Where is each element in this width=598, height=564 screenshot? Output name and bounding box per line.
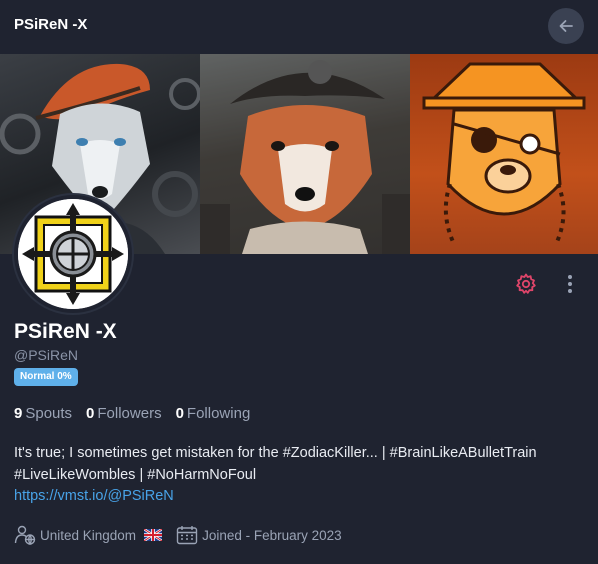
back-button[interactable] xyxy=(548,8,584,44)
following-label: Following xyxy=(186,405,251,422)
following-count: 0 xyxy=(175,405,184,422)
joined-text: Joined - February 2023 xyxy=(202,527,342,543)
followers-count: 0 xyxy=(86,405,95,422)
top-bar: PSiReN -X xyxy=(0,0,598,54)
spouts-count: 9 xyxy=(14,405,23,422)
gear-icon xyxy=(516,273,536,294)
following-stat[interactable]: 0 Following xyxy=(176,405,251,422)
celtic-cross-emblem-icon xyxy=(18,199,128,309)
header-title: PSiReN -X xyxy=(14,16,88,33)
joined-item: Joined - February 2023 xyxy=(176,525,342,545)
person-globe-icon xyxy=(14,525,36,545)
profile-meta: United Kingdom Joined - February 2023 xyxy=(14,525,356,545)
profile-handle: @PSiReN xyxy=(14,347,79,363)
profile-avatar[interactable] xyxy=(14,195,132,313)
status-badge: Normal 0% xyxy=(14,368,78,386)
more-options-button[interactable] xyxy=(560,272,580,296)
arrow-left-icon xyxy=(559,20,573,32)
bio-line-1: It's true; I sometimes get mistaken for … xyxy=(14,445,537,461)
calendar-icon xyxy=(176,526,198,545)
profile-link[interactable]: https://vmst.io/@PSiReN xyxy=(14,488,174,504)
bio-line-2: #LiveLikeWombles | #NoHarmNoFoul xyxy=(14,467,257,483)
banner-shiba-art xyxy=(200,54,410,254)
location-item: United Kingdom xyxy=(14,525,163,545)
uk-flag-icon xyxy=(144,529,163,541)
banner-orange-dog-art xyxy=(410,54,598,254)
profile-bio: It's true; I sometimes get mistaken for … xyxy=(14,442,589,486)
profile-name: PSiReN -X xyxy=(14,320,117,343)
followers-label: Followers xyxy=(97,405,162,422)
spouts-label: Spouts xyxy=(25,405,73,422)
more-vertical-icon xyxy=(568,275,572,293)
location-text: United Kingdom xyxy=(40,527,137,543)
settings-button[interactable] xyxy=(514,272,538,296)
followers-stat[interactable]: 0 Followers xyxy=(86,405,162,422)
profile-stats: 9 Spouts 0 Followers 0 Following xyxy=(14,405,250,422)
spouts-stat[interactable]: 9 Spouts xyxy=(14,405,72,422)
